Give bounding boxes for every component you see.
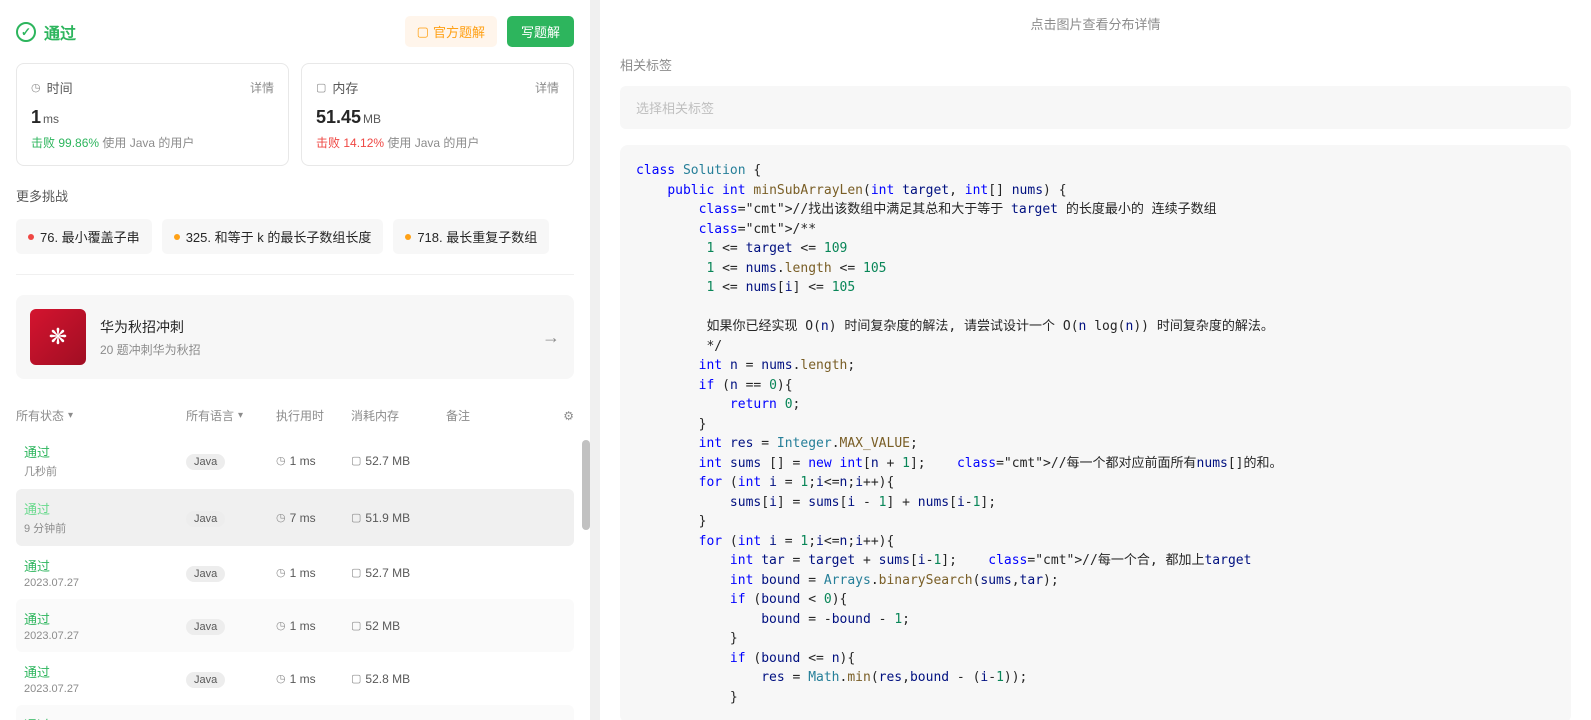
col-status-header[interactable]: 所有状态 ▾ — [16, 407, 186, 424]
status-text: 通过 — [44, 20, 76, 44]
submission-memory: ▢51.9 MB — [351, 511, 446, 525]
submission-row[interactable]: 通过2023.07.27Java◷1 ms▢52.7 MB — [16, 705, 574, 720]
chevron-down-icon: ▾ — [238, 410, 243, 421]
promo-sub: 20 题冲刺华为秋招 — [100, 341, 528, 358]
promo-card[interactable]: ❋ 华为秋招冲刺 20 题冲刺华为秋招 → — [16, 295, 574, 379]
submission-status: 通过几秒前 — [24, 442, 186, 479]
submission-row[interactable]: 通过9 分钟前Java◷7 ms▢51.9 MB — [16, 489, 574, 546]
submissions-list: 通过几秒前Java◷1 ms▢52.7 MB通过9 分钟前Java◷7 ms▢5… — [16, 432, 574, 720]
submission-lang: Java — [186, 453, 276, 468]
submission-lang: Java — [186, 618, 276, 633]
submission-runtime: ◷1 ms — [276, 566, 351, 580]
submission-row[interactable]: 通过几秒前Java◷1 ms▢52.7 MB — [16, 432, 574, 489]
scrollbar-thumb[interactable] — [582, 440, 590, 530]
submission-status: 通过2023.07.27 — [24, 662, 186, 695]
memory-value: 51.45MB — [316, 107, 559, 128]
chip-icon: ▢ — [316, 81, 326, 94]
submission-status: 通过2023.07.27 — [24, 556, 186, 589]
clock-icon: ◷ — [276, 454, 286, 467]
right-panel: 点击图片查看分布详情 相关标签 选择相关标签 class Solution { … — [600, 0, 1591, 720]
submission-row[interactable]: 通过2023.07.27Java◷1 ms▢52.8 MB — [16, 652, 574, 705]
left-panel: 通过 ▢ 官方题解 写题解 ◷ 时间 详情 — [0, 0, 600, 720]
time-metric-card[interactable]: ◷ 时间 详情 1ms 击败 99.86% 使用 Java 的用户 — [16, 63, 289, 166]
submission-lang: Java — [186, 565, 276, 580]
challenges-title: 更多挑战 — [16, 186, 574, 205]
time-label: ◷ 时间 — [31, 78, 73, 97]
time-detail-link[interactable]: 详情 — [250, 79, 274, 96]
gear-icon[interactable]: ⚙ — [563, 409, 574, 423]
chip-icon: ▢ — [351, 619, 361, 632]
chart-hint-text[interactable]: 点击图片查看分布详情 — [600, 0, 1591, 47]
submission-row[interactable]: 通过2023.07.27Java◷1 ms▢52 MB — [16, 599, 574, 652]
submission-lang: Java — [186, 671, 276, 686]
check-icon — [16, 22, 36, 42]
challenge-chip[interactable]: 325. 和等于 k 的最长子数组长度 — [162, 219, 384, 254]
col-memory-header: 消耗内存 — [351, 407, 446, 424]
col-runtime-header: 执行用时 — [276, 407, 351, 424]
submission-memory: ▢52.7 MB — [351, 566, 446, 580]
code-block[interactable]: class Solution { public int minSubArrayL… — [620, 145, 1571, 720]
time-sub: 击败 99.86% 使用 Java 的用户 — [31, 134, 274, 151]
clock-icon: ◷ — [276, 672, 286, 685]
chip-icon: ▢ — [351, 511, 361, 524]
related-tags-label: 相关标签 — [600, 47, 1591, 82]
chip-icon: ▢ — [351, 566, 361, 579]
difficulty-dot — [174, 234, 180, 240]
status-header: 通过 ▢ 官方题解 写题解 — [16, 16, 574, 47]
col-lang-header[interactable]: 所有语言 ▾ — [186, 407, 276, 424]
submission-row[interactable]: 通过2023.07.27Java◷1 ms▢52.7 MB — [16, 546, 574, 599]
promo-title: 华为秋招冲刺 — [100, 317, 528, 337]
clock-icon: ◷ — [276, 511, 286, 524]
submission-runtime: ◷1 ms — [276, 454, 351, 468]
difficulty-dot — [28, 234, 34, 240]
challenge-label: 325. 和等于 k 的最长子数组长度 — [186, 227, 372, 246]
chip-icon: ▢ — [351, 672, 361, 685]
submission-memory: ▢52.8 MB — [351, 672, 446, 686]
chevron-down-icon: ▾ — [68, 410, 73, 421]
submission-memory: ▢52.7 MB — [351, 454, 446, 468]
submission-runtime: ◷1 ms — [276, 619, 351, 633]
clock-icon: ◷ — [276, 619, 286, 632]
clock-icon: ◷ — [276, 566, 286, 579]
challenges-list: 76. 最小覆盖子串 325. 和等于 k 的最长子数组长度 718. 最长重复子数… — [16, 219, 574, 275]
memory-detail-link[interactable]: 详情 — [535, 79, 559, 96]
submission-memory: ▢52 MB — [351, 619, 446, 633]
status-pass: 通过 — [16, 20, 76, 44]
submission-status: 通过9 分钟前 — [24, 499, 186, 536]
tag-select-input[interactable]: 选择相关标签 — [620, 86, 1571, 129]
challenge-chip[interactable]: 76. 最小覆盖子串 — [16, 219, 152, 254]
memory-sub: 击败 14.12% 使用 Java 的用户 — [316, 134, 559, 151]
official-solution-button[interactable]: ▢ 官方题解 — [405, 16, 497, 47]
arrow-right-icon: → — [542, 327, 560, 348]
huawei-icon: ❋ — [30, 309, 86, 365]
memory-metric-card[interactable]: ▢ 内存 详情 51.45MB 击败 14.12% 使用 Java 的用户 — [301, 63, 574, 166]
chip-icon: ▢ — [351, 454, 361, 467]
submission-runtime: ◷7 ms — [276, 511, 351, 525]
book-icon: ▢ — [417, 24, 429, 40]
submission-runtime: ◷1 ms — [276, 672, 351, 686]
metrics: ◷ 时间 详情 1ms 击败 99.86% 使用 Java 的用户 ▢ — [16, 63, 574, 166]
submission-status: 通过2023.07.27 — [24, 715, 186, 720]
time-value: 1ms — [31, 107, 274, 128]
memory-label: ▢ 内存 — [316, 78, 358, 97]
submissions-table-header: 所有状态 ▾ 所有语言 ▾ 执行用时 消耗内存 备注 ⚙ — [16, 399, 574, 432]
submission-status: 通过2023.07.27 — [24, 609, 186, 642]
difficulty-dot — [405, 234, 411, 240]
col-note-header: 备注 — [446, 407, 526, 424]
challenge-label: 718. 最长重复子数组 — [417, 227, 537, 246]
submission-lang: Java — [186, 510, 276, 525]
clock-icon: ◷ — [31, 81, 41, 94]
challenge-chip[interactable]: 718. 最长重复子数组 — [393, 219, 549, 254]
write-solution-button[interactable]: 写题解 — [507, 16, 574, 47]
challenge-label: 76. 最小覆盖子串 — [40, 227, 140, 246]
header-buttons: ▢ 官方题解 写题解 — [405, 16, 574, 47]
